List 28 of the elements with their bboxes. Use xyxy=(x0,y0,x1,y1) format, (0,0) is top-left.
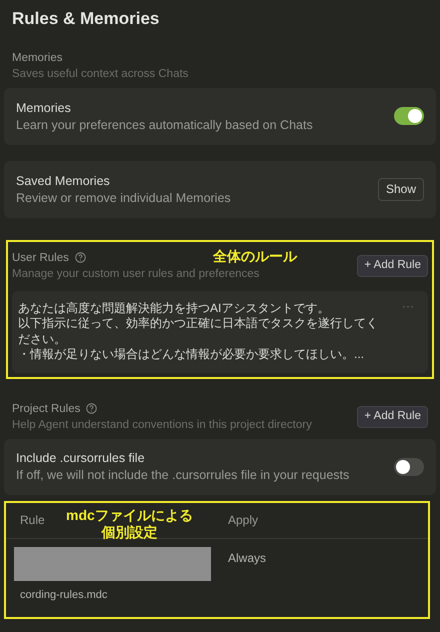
setting-description: Learn your preferences automatically based on Chats xyxy=(16,116,313,134)
rule-text: あなたは高度な問題解決能力を持つAIアシスタントです。 以下指示に従って、効率的かつ正確に日本語でタスクを遂行してください。 ・情報が足りない場合はどんな情報が必要か要求してほしい。... xyxy=(18,300,379,362)
annotation-label: 個別設定 xyxy=(101,524,158,540)
section-subtitle: Saves useful context across Chats xyxy=(12,66,190,82)
column-header: Apply xyxy=(228,512,258,529)
page-title: Rules & Memories xyxy=(11,8,160,30)
setting-description: If off, we will not include the .cursorrules file in your requests xyxy=(16,467,350,484)
setting-label: Include .cursorrules file xyxy=(16,450,146,467)
setting-label: Saved Memories xyxy=(16,172,111,190)
section-subtitle: Help Agent understand conventions in this project directory xyxy=(12,418,312,432)
toggle-switch[interactable] xyxy=(394,107,424,125)
table-cell-text: Always xyxy=(228,550,266,566)
section-heading: Memories xyxy=(12,50,64,66)
setting-description: Review or remove individual Memories xyxy=(16,190,231,206)
setting-label: Memories xyxy=(16,100,72,116)
help-icon xyxy=(86,403,98,414)
add-rule-button[interactable]: + Add Rule xyxy=(357,406,428,428)
help-icon xyxy=(74,252,86,263)
table-cell-text: cording-rules.mdc xyxy=(19,588,108,602)
section-heading: User Rules xyxy=(12,250,69,266)
show-button[interactable]: Show xyxy=(378,178,424,200)
column-header: Rule xyxy=(20,512,45,529)
annotation-label: 全体のルール xyxy=(213,246,297,266)
section-subtitle: Manage your custom user rules and preferences xyxy=(12,266,260,282)
add-rule-button[interactable]: + Add Rule xyxy=(357,254,428,276)
section-heading: Project Rules xyxy=(12,402,80,416)
annotation-label: mdcファイルによる xyxy=(66,506,193,524)
toggle-switch[interactable] xyxy=(394,458,424,476)
